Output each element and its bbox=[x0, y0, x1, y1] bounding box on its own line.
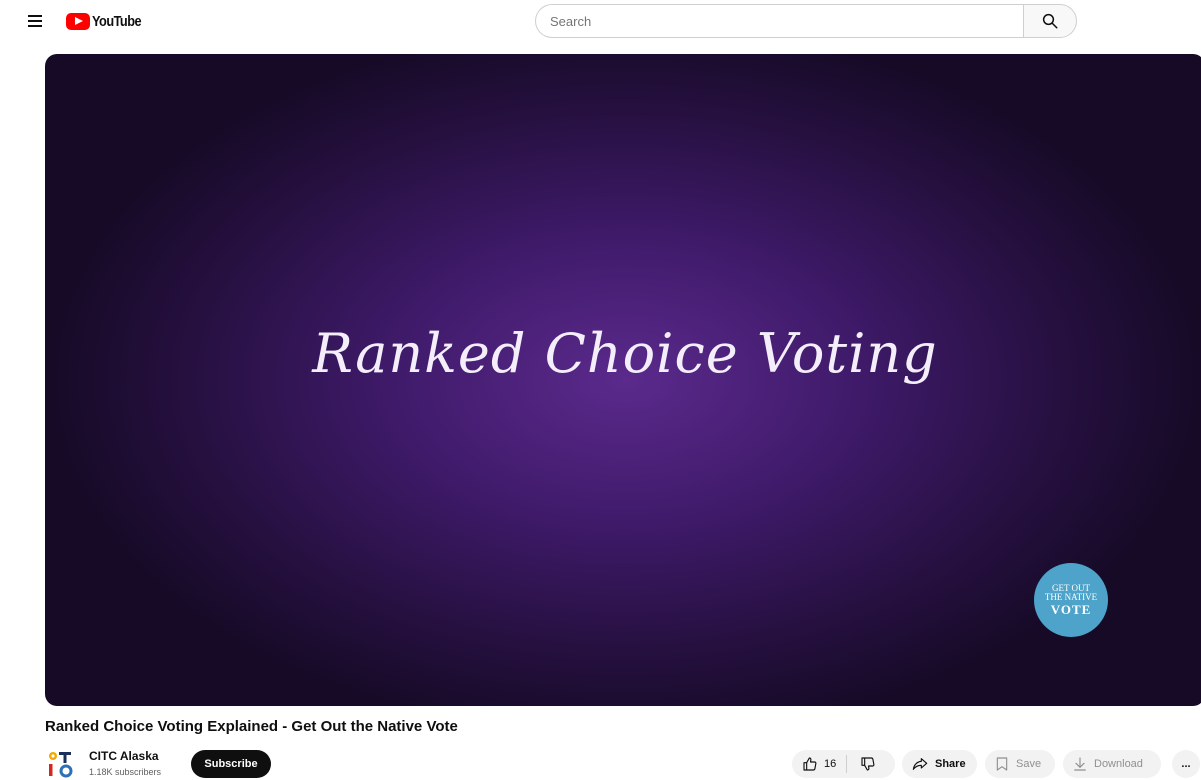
search-input[interactable] bbox=[535, 4, 1023, 38]
share-icon bbox=[912, 758, 928, 770]
logo-text: YouTube bbox=[92, 12, 142, 30]
like-dislike-group: 16 bbox=[792, 750, 895, 778]
download-button[interactable]: Download bbox=[1063, 750, 1161, 778]
dislike-button[interactable] bbox=[847, 750, 895, 778]
subscribe-button[interactable]: Subscribe bbox=[191, 750, 271, 778]
search-icon bbox=[1042, 13, 1058, 29]
video-player[interactable]: Ranked Choice Voting GET OUT THE NATIVE … bbox=[45, 54, 1201, 706]
save-button[interactable]: Save bbox=[985, 750, 1055, 778]
video-title: Ranked Choice Voting Explained - Get Out… bbox=[45, 718, 458, 735]
download-label: Download bbox=[1094, 758, 1143, 770]
share-button[interactable]: Share bbox=[902, 750, 977, 778]
search-bar bbox=[535, 4, 1077, 38]
like-button[interactable]: 16 bbox=[792, 750, 846, 778]
subscriber-count: 1.18K subscribers bbox=[89, 767, 162, 777]
save-label: Save bbox=[1016, 758, 1042, 770]
video-frame-text: Ranked Choice Voting bbox=[312, 322, 938, 385]
menu-icon[interactable] bbox=[28, 12, 48, 30]
youtube-logo-icon bbox=[66, 12, 90, 30]
channel-avatar[interactable] bbox=[45, 748, 77, 780]
get-out-the-native-vote-badge: GET OUT THE NATIVE VOTE bbox=[1034, 563, 1108, 637]
channel-name[interactable]: CITC Alaska bbox=[89, 749, 159, 763]
more-actions-button[interactable]: ... bbox=[1172, 750, 1200, 778]
save-icon bbox=[996, 757, 1008, 771]
youtube-logo[interactable]: YouTube bbox=[66, 10, 150, 32]
search-button[interactable] bbox=[1023, 4, 1077, 38]
thumbs-up-icon bbox=[803, 757, 817, 771]
download-icon bbox=[1074, 757, 1086, 771]
share-label: Share bbox=[935, 758, 966, 770]
like-count: 16 bbox=[824, 758, 837, 770]
more-icon: ... bbox=[1181, 758, 1191, 770]
thumbs-down-icon bbox=[861, 757, 875, 771]
